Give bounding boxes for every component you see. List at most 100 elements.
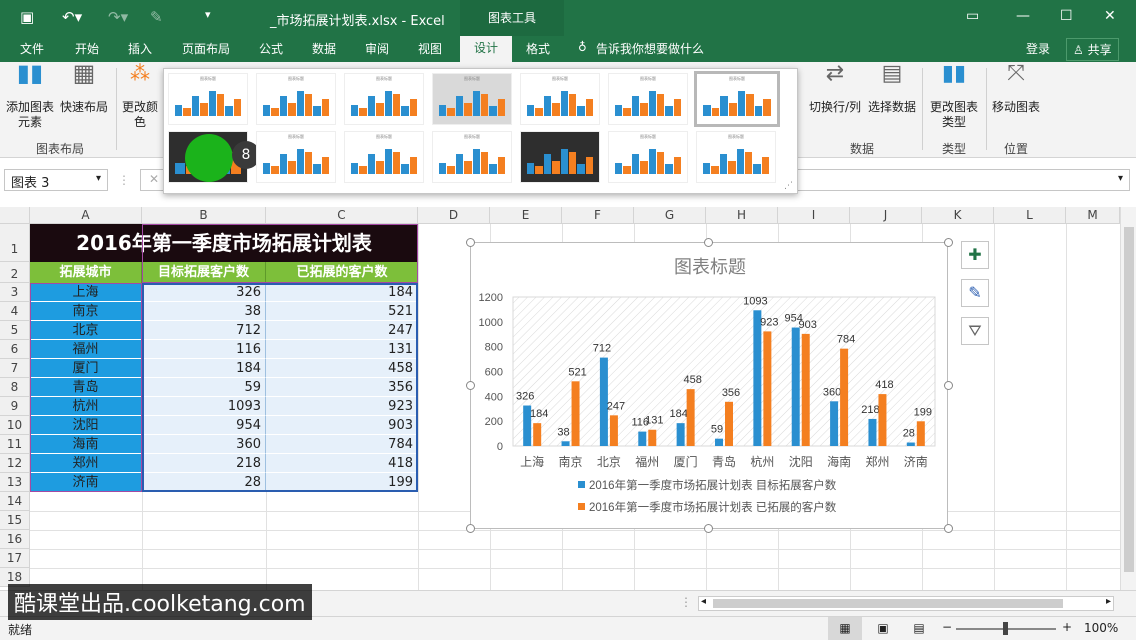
target-cell[interactable]: 954 bbox=[142, 416, 266, 435]
add-chart-element-button[interactable]: ▮▮ 添加图表元素 bbox=[4, 61, 56, 130]
row-header[interactable]: 4 bbox=[0, 302, 30, 321]
chart-style-thumb[interactable]: 图表标题 bbox=[432, 73, 512, 125]
chart-style-thumb[interactable]: 图表标题 bbox=[432, 131, 512, 183]
resize-handle[interactable] bbox=[944, 238, 953, 247]
data-label[interactable]: 247 bbox=[607, 400, 625, 412]
city-cell[interactable]: 郑州 bbox=[30, 454, 142, 473]
zoom-out-icon[interactable]: − bbox=[942, 620, 952, 634]
city-cell[interactable]: 南京 bbox=[30, 302, 142, 321]
chart-bar[interactable] bbox=[753, 310, 762, 446]
normal-view-icon[interactable]: ▦ bbox=[828, 617, 862, 640]
target-cell[interactable]: 360 bbox=[142, 435, 266, 454]
chart-bar[interactable] bbox=[571, 381, 580, 446]
expand-formula-icon[interactable]: ▾ bbox=[1118, 173, 1123, 184]
tab-format[interactable]: 格式 bbox=[526, 40, 550, 57]
row-header[interactable]: 12 bbox=[0, 454, 30, 473]
data-label[interactable]: 418 bbox=[875, 379, 893, 391]
chart-style-thumb[interactable]: 图表标题 bbox=[256, 131, 336, 183]
data-label[interactable]: 903 bbox=[799, 319, 817, 331]
chart-bar[interactable] bbox=[715, 438, 723, 446]
column-header[interactable]: C bbox=[266, 207, 418, 224]
resize-handle[interactable] bbox=[466, 381, 475, 390]
target-cell[interactable]: 218 bbox=[142, 454, 266, 473]
chart-bar[interactable] bbox=[533, 423, 542, 446]
city-cell[interactable]: 福州 bbox=[30, 340, 142, 359]
target-cell[interactable]: 116 bbox=[142, 340, 266, 359]
select-all-corner[interactable] bbox=[0, 207, 30, 224]
tab-page-layout[interactable]: 页面布局 bbox=[182, 40, 230, 57]
customize-qat-icon[interactable]: ▾ bbox=[205, 8, 211, 21]
legend-entry[interactable]: 2016年第一季度市场拓展计划表 已拓展的客户数 bbox=[589, 500, 837, 514]
header-cell[interactable]: 目标拓展客户数 bbox=[142, 262, 266, 283]
header-cell[interactable]: 已拓展的客户数 bbox=[266, 262, 418, 283]
x-tick-label[interactable]: 沈阳 bbox=[789, 454, 813, 469]
maximize-icon[interactable]: ☐ bbox=[1060, 8, 1073, 24]
chart-bar[interactable] bbox=[868, 418, 877, 446]
row-header[interactable]: 16 bbox=[0, 530, 30, 549]
resize-handle[interactable] bbox=[944, 524, 953, 533]
city-cell[interactable]: 上海 bbox=[30, 283, 142, 302]
chart-style-thumb[interactable]: 图表标题 bbox=[608, 131, 688, 183]
redo-icon[interactable]: ↷▾ bbox=[108, 8, 128, 26]
x-tick-label[interactable]: 北京 bbox=[597, 455, 621, 469]
done-cell[interactable]: 199 bbox=[266, 473, 418, 492]
data-label[interactable]: 923 bbox=[760, 316, 778, 328]
scrollbar-thumb[interactable] bbox=[1124, 227, 1134, 572]
data-label[interactable]: 59 bbox=[711, 424, 723, 436]
column-header[interactable]: H bbox=[706, 207, 778, 224]
done-cell[interactable]: 903 bbox=[266, 416, 418, 435]
resize-grip-icon[interactable]: ⋰ bbox=[784, 181, 793, 191]
tab-home[interactable]: 开始 bbox=[75, 40, 99, 57]
target-cell[interactable]: 326 bbox=[142, 283, 266, 302]
scroll-left-icon[interactable]: ◂ bbox=[701, 596, 706, 607]
x-tick-label[interactable]: 杭州 bbox=[750, 454, 774, 469]
data-label[interactable]: 131 bbox=[645, 415, 663, 427]
scroll-right-icon[interactable]: ▸ bbox=[1106, 596, 1111, 607]
format-painter-icon[interactable]: ✎ bbox=[150, 8, 163, 26]
data-label[interactable]: 199 bbox=[914, 406, 932, 418]
x-tick-label[interactable]: 济南 bbox=[904, 454, 928, 469]
column-header[interactable]: L bbox=[994, 207, 1066, 224]
city-cell[interactable]: 沈阳 bbox=[30, 416, 142, 435]
data-label[interactable]: 184 bbox=[530, 408, 548, 420]
chart-bar[interactable] bbox=[725, 401, 733, 446]
page-layout-view-icon[interactable]: ▣ bbox=[868, 617, 898, 640]
done-cell[interactable]: 784 bbox=[266, 435, 418, 454]
city-cell[interactable]: 厦门 bbox=[30, 359, 142, 378]
done-cell[interactable]: 458 bbox=[266, 359, 418, 378]
resize-handle[interactable] bbox=[944, 381, 953, 390]
legend-marker[interactable] bbox=[578, 481, 585, 488]
select-data-button[interactable]: ▤ 选择数据 bbox=[866, 63, 918, 115]
move-chart-button[interactable]: ⤧ 移动图表 bbox=[990, 63, 1042, 115]
city-cell[interactable]: 北京 bbox=[30, 321, 142, 340]
x-tick-label[interactable]: 郑州 bbox=[865, 454, 889, 469]
row-header[interactable]: 3 bbox=[0, 283, 30, 302]
vertical-scrollbar[interactable] bbox=[1120, 207, 1136, 590]
y-tick-label[interactable]: 400 bbox=[485, 391, 503, 403]
target-cell[interactable]: 184 bbox=[142, 359, 266, 378]
data-label[interactable]: 38 bbox=[557, 426, 569, 438]
minimize-icon[interactable]: — bbox=[1016, 8, 1030, 24]
y-tick-label[interactable]: 1200 bbox=[479, 292, 503, 304]
x-tick-label[interactable]: 海南 bbox=[827, 454, 851, 469]
column-header[interactable]: G bbox=[634, 207, 706, 224]
close-icon[interactable]: ✕ bbox=[1104, 8, 1116, 24]
data-label[interactable]: 28 bbox=[903, 428, 915, 440]
row-header[interactable]: 11 bbox=[0, 435, 30, 454]
row-header[interactable]: 15 bbox=[0, 511, 30, 530]
change-chart-type-button[interactable]: ▮▮ 更改图表类型 bbox=[926, 63, 982, 130]
chart-bar[interactable] bbox=[906, 442, 915, 446]
chart-style-thumb[interactable] bbox=[520, 131, 600, 183]
x-tick-label[interactable]: 南京 bbox=[559, 454, 583, 469]
zoom-slider-thumb[interactable] bbox=[1003, 622, 1008, 635]
quick-layout-button[interactable]: ▦ 快速布局 bbox=[58, 61, 110, 115]
done-cell[interactable]: 184 bbox=[266, 283, 418, 302]
y-tick-label[interactable]: 800 bbox=[485, 342, 503, 354]
chart-bar[interactable] bbox=[638, 431, 647, 446]
row-header[interactable]: 8 bbox=[0, 378, 30, 397]
chart-styles-button[interactable]: ✎ bbox=[961, 279, 989, 307]
column-header[interactable]: D bbox=[418, 207, 490, 224]
resize-handle[interactable] bbox=[704, 238, 713, 247]
scrollbar-thumb[interactable] bbox=[713, 599, 1063, 608]
column-header[interactable]: A bbox=[30, 207, 142, 224]
